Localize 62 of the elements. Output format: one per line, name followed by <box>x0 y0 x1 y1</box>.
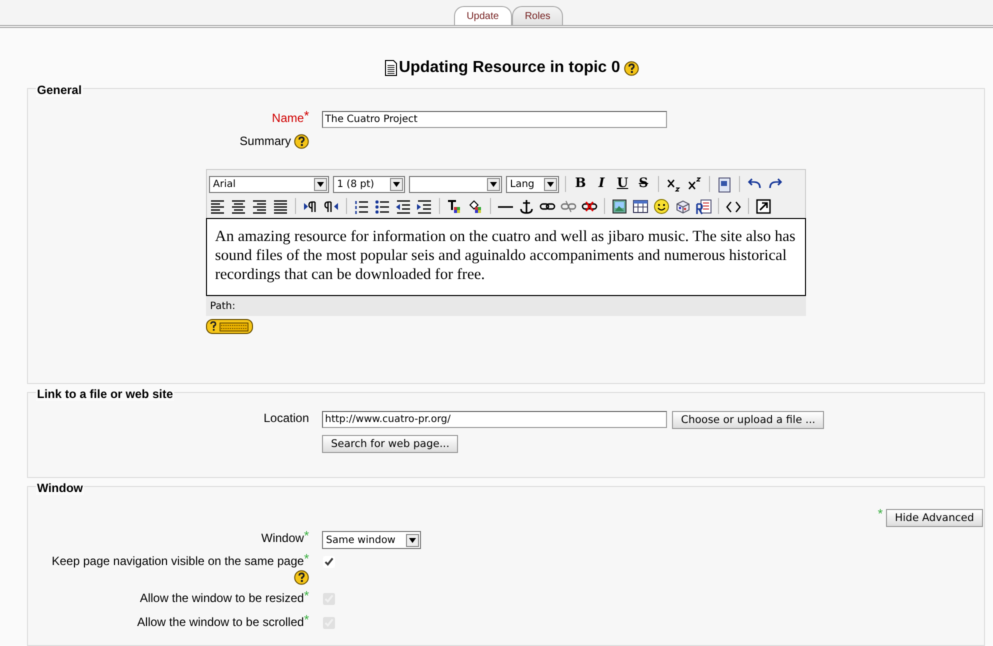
tab[interactable]: Update <box>454 6 512 25</box>
asterisk-mark: * <box>304 588 309 603</box>
italic-button[interactable]: I <box>593 174 610 194</box>
help-icon[interactable] <box>294 570 309 585</box>
location-field[interactable]: http://www.cuatro-pr.org/ <box>322 411 667 428</box>
checkbox[interactable] <box>323 556 335 568</box>
document-icon <box>384 60 398 76</box>
size-select[interactable]: 1 (8 pt) <box>333 176 405 192</box>
hide-advanced-button[interactable]: Hide Advanced <box>886 509 983 527</box>
language-select[interactable]: Lang <box>506 176 559 192</box>
asterisk-mark: * <box>304 551 309 566</box>
asterisk-mark: * <box>304 528 309 543</box>
field-label: Summary <box>240 134 291 148</box>
section-legend: Link to a file or web site <box>36 387 174 401</box>
editor-path: Path: <box>206 296 806 316</box>
paint-bucket-icon[interactable] <box>467 198 484 214</box>
caret-icon <box>317 182 324 186</box>
anchor-icon[interactable] <box>518 198 535 214</box>
cube-icon[interactable] <box>674 198 691 214</box>
page-title: Updating Resource in topic 0 <box>398 58 620 78</box>
caret-icon <box>409 538 416 542</box>
field-label: Name <box>272 111 304 125</box>
choose-file-button[interactable]: Choose or upload a file ... <box>672 411 824 429</box>
name-field[interactable]: The Cuatro Project <box>322 111 667 128</box>
font-select[interactable]: Arial <box>209 176 329 192</box>
fullscreen-icon[interactable] <box>755 198 772 214</box>
field-label: Allow the window to be resized <box>140 591 304 605</box>
field-label: Keep page navigation visible on the same page <box>52 554 304 568</box>
caret-icon <box>393 182 400 186</box>
align-left-icon[interactable] <box>209 198 226 214</box>
smiley-icon[interactable] <box>653 198 670 214</box>
image-icon[interactable] <box>611 198 628 214</box>
tab[interactable]: Roles <box>512 6 564 25</box>
field-label: Location <box>264 411 309 425</box>
strikethrough-button[interactable]: S <box>635 174 652 194</box>
bullet-list-icon[interactable] <box>374 198 391 214</box>
section-legend: Window <box>36 481 84 495</box>
asterisk-mark: * <box>878 509 883 519</box>
bold-button[interactable]: B <box>572 174 589 194</box>
section-legend: General <box>36 83 83 97</box>
outdent-icon[interactable] <box>395 198 412 214</box>
field-label: Allow the window to be scrolled <box>137 615 304 629</box>
align-right-icon[interactable] <box>251 198 268 214</box>
asterisk-mark: * <box>304 612 309 627</box>
style-select[interactable] <box>409 176 502 192</box>
editor-text[interactable]: An amazing resource for information on the cuatro and well as jibaro music. The site also has sound files of the most popular seis and aguinaldo accompaniments and numerous historical recordings that can be downloaded for free. <box>206 218 806 296</box>
window-select[interactable]: Same window <box>322 531 421 549</box>
asterisk-mark: * <box>304 108 309 123</box>
justify-icon[interactable] <box>272 198 289 214</box>
search-web-button[interactable]: Search for web page... <box>322 435 458 453</box>
caret-icon <box>547 182 554 186</box>
text-color-icon[interactable] <box>446 198 463 214</box>
align-center-icon[interactable] <box>230 198 247 214</box>
caret-icon <box>490 182 497 186</box>
underline-button[interactable]: U <box>614 174 631 194</box>
indent-icon[interactable] <box>416 198 433 214</box>
keyboard-help-icon[interactable] <box>206 319 253 334</box>
help-icon[interactable] <box>624 60 640 76</box>
find-replace-icon[interactable] <box>695 198 712 214</box>
table-icon[interactable] <box>632 198 649 214</box>
field-label: Window <box>261 531 304 545</box>
help-icon[interactable] <box>294 134 309 150</box>
